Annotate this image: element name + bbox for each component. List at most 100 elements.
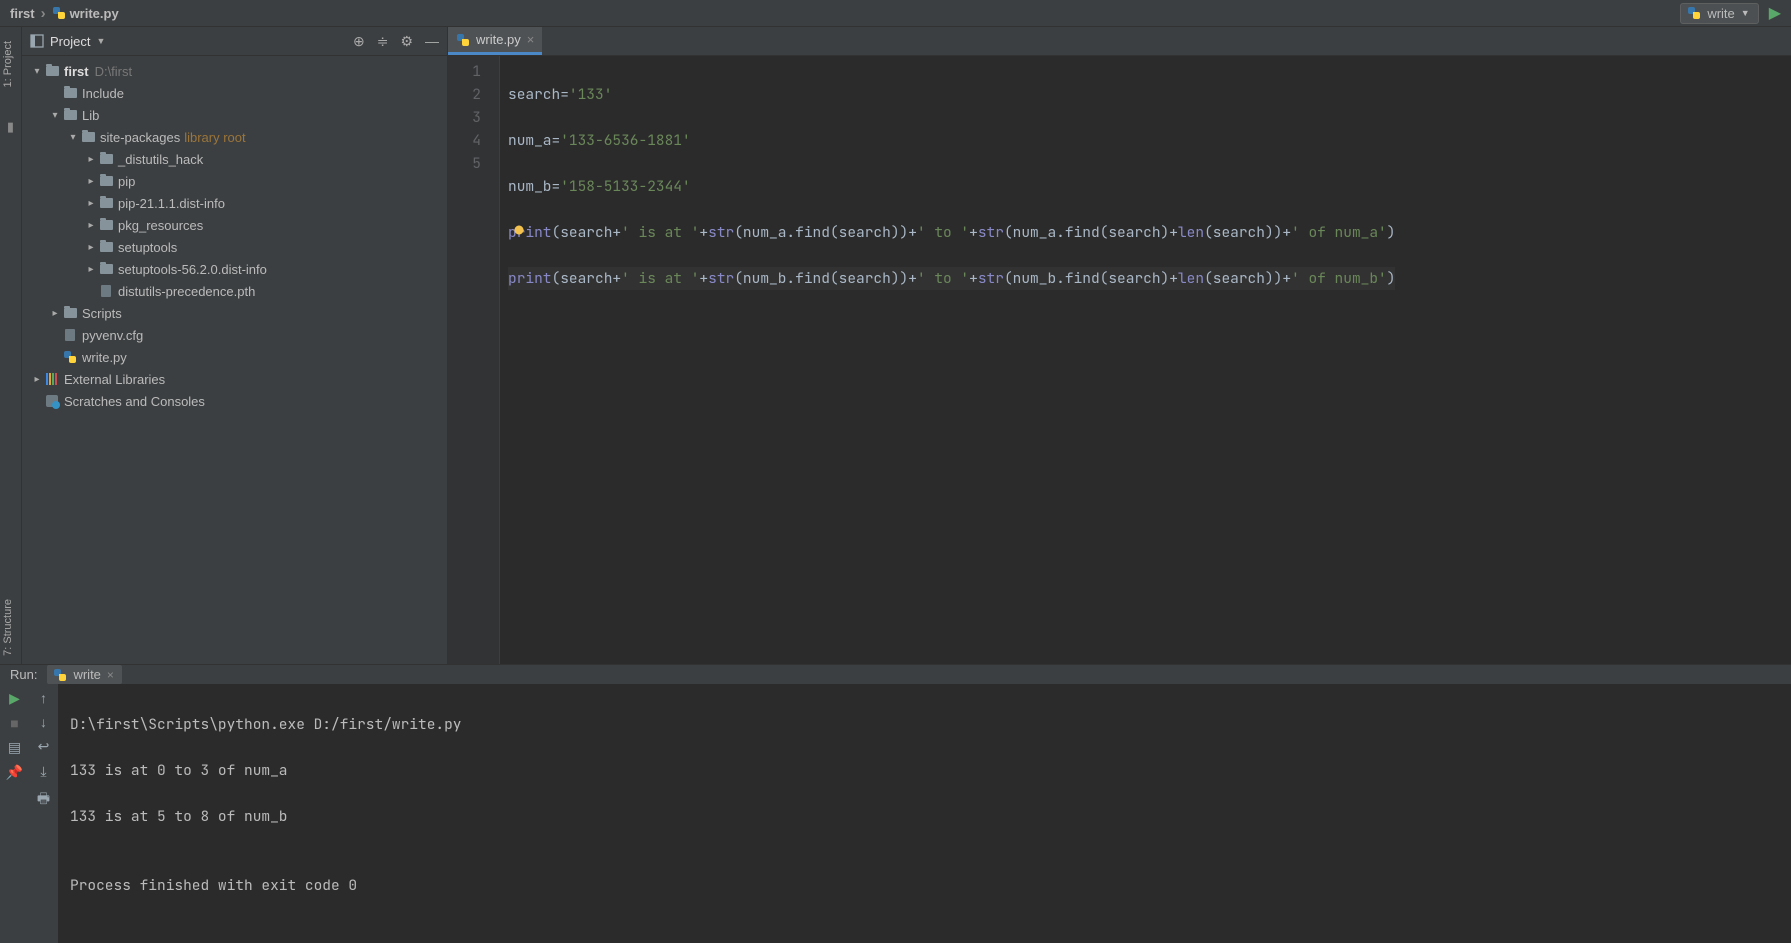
folder-icon xyxy=(62,110,78,120)
rerun-button[interactable]: ▶ xyxy=(9,690,20,707)
hide-icon[interactable]: — xyxy=(425,33,439,50)
breadcrumb-file[interactable]: write.py xyxy=(52,6,119,21)
settings-icon[interactable]: ⚙ xyxy=(400,33,413,50)
editor-body[interactable]: 1 2 3 4 5 search='133' num_a='133-6536-1… xyxy=(448,56,1791,664)
scratches-icon xyxy=(44,395,60,407)
bookmark-icon[interactable]: ▮ xyxy=(0,115,21,139)
gutter: 1 2 3 4 5 xyxy=(448,56,500,664)
tree-item[interactable]: ▸ pip-21.1.1.dist-info xyxy=(22,192,447,214)
expand-all-icon[interactable]: ≑ xyxy=(377,33,389,50)
chevron-down-icon: ▾ xyxy=(66,132,80,143)
run-output[interactable]: D:\first\Scripts\python.exe D:/first/wri… xyxy=(58,684,1791,943)
locate-icon[interactable]: ⊕ xyxy=(353,33,365,50)
editor-area: write.py × 1 2 3 4 5 search='133' num_a=… xyxy=(448,27,1791,664)
down-icon[interactable]: ↓ xyxy=(40,714,47,730)
breadcrumb: first › write.py xyxy=(10,5,119,22)
run-tool-window: Run: write × ▶ ■ ▤ 📌 ↑ ↓ ↩ ⤓ 🖶 D:\first\… xyxy=(0,664,1791,832)
code-line[interactable]: num_a='133-6536-1881' xyxy=(508,129,1395,152)
pin-icon[interactable]: 📌 xyxy=(6,764,23,781)
folder-icon xyxy=(98,264,114,274)
tree-item[interactable]: ▸ setuptools xyxy=(22,236,447,258)
editor-tab-label: write.py xyxy=(476,32,521,47)
layout-icon[interactable]: ▤ xyxy=(8,739,21,756)
folder-icon xyxy=(98,220,114,230)
chevron-right-icon: ▸ xyxy=(84,220,98,231)
line-number: 3 xyxy=(448,106,481,129)
chevron-right-icon: ▸ xyxy=(84,198,98,209)
tree-item-include[interactable]: Include xyxy=(22,82,447,104)
code-line[interactable]: print(search+' is at '+str(num_b.find(se… xyxy=(508,267,1395,290)
top-nav: first › write.py write ▼ ▶ xyxy=(0,0,1791,27)
libraries-icon xyxy=(44,373,60,385)
chevron-down-icon: ▾ xyxy=(30,66,44,77)
code-line[interactable]: print(search+' is at '+str(num_a.find(se… xyxy=(508,221,1395,244)
chevron-right-icon: ▸ xyxy=(84,242,98,253)
left-tool-strip: 1: Project ▮ 7: Structure xyxy=(0,27,22,664)
run-tab[interactable]: write × xyxy=(47,665,121,684)
intention-bulb-icon[interactable] xyxy=(513,224,525,236)
code-line[interactable]: search='133' xyxy=(508,83,1395,106)
output-line: 133 is at 5 to 8 of num_b xyxy=(70,805,1791,828)
run-side-toolbar: ▶ ■ ▤ 📌 ↑ ↓ ↩ ⤓ 🖶 xyxy=(0,684,58,943)
tree-item-lib[interactable]: ▾ Lib xyxy=(22,104,447,126)
tree-item[interactable]: ▸ setuptools-56.2.0.dist-info xyxy=(22,258,447,280)
python-file-icon xyxy=(456,33,470,47)
file-icon xyxy=(62,329,78,341)
line-number: 2 xyxy=(448,83,481,106)
tree-item-scripts[interactable]: ▸ Scripts xyxy=(22,302,447,324)
chevron-right-icon: ▸ xyxy=(30,374,44,385)
run-label: Run: xyxy=(10,667,37,682)
tree-item[interactable]: distutils-precedence.pth xyxy=(22,280,447,302)
tree-root-path: D:\first xyxy=(95,64,133,79)
close-icon[interactable]: × xyxy=(527,32,535,47)
python-file-icon xyxy=(1687,6,1701,20)
code-line[interactable]: num_b='158-5133-2344' xyxy=(508,175,1395,198)
tree-item-scratches[interactable]: Scratches and Consoles xyxy=(22,390,447,412)
library-root-hint: library root xyxy=(184,130,245,145)
tree-item-site-packages[interactable]: ▾ site-packages library root xyxy=(22,126,447,148)
tree-label: Lib xyxy=(82,108,99,123)
project-panel: Project ▼ ⊕ ≑ ⚙ — ▾ first D:\first Inclu… xyxy=(22,27,448,664)
tree-label: write.py xyxy=(82,350,127,365)
project-panel-title: Project xyxy=(50,34,90,49)
chevron-down-icon[interactable]: ▼ xyxy=(96,36,105,46)
run-tool-header: Run: write × xyxy=(0,665,1791,684)
soft-wrap-icon[interactable]: ↩ xyxy=(38,738,50,755)
run-button[interactable]: ▶ xyxy=(1769,3,1781,23)
chevron-right-icon: ▸ xyxy=(48,308,62,319)
tree-label: Include xyxy=(82,86,124,101)
sidebar-tab-project[interactable]: 1: Project xyxy=(0,33,21,95)
close-icon[interactable]: × xyxy=(107,668,114,682)
folder-icon xyxy=(98,198,114,208)
run-tab-label: write xyxy=(73,667,100,682)
project-view-icon[interactable] xyxy=(30,34,44,48)
tree-item[interactable]: ▸ pip xyxy=(22,170,447,192)
tree-root[interactable]: ▾ first D:\first xyxy=(22,60,447,82)
chevron-down-icon: ▼ xyxy=(1741,8,1750,18)
tree-item-external-libraries[interactable]: ▸ External Libraries xyxy=(22,368,447,390)
code[interactable]: search='133' num_a='133-6536-1881' num_b… xyxy=(500,56,1395,664)
editor-tab-writepy[interactable]: write.py × xyxy=(448,27,542,55)
tree-root-name: first xyxy=(64,64,89,79)
output-line: 133 is at 0 to 3 of num_a xyxy=(70,759,1791,782)
line-number: 5 xyxy=(448,152,481,175)
output-line: D:\first\Scripts\python.exe D:/first/wri… xyxy=(70,713,1791,736)
run-controls: write ▼ ▶ xyxy=(1680,3,1781,24)
python-file-icon xyxy=(53,668,67,682)
tree-label: pip-21.1.1.dist-info xyxy=(118,196,225,211)
stop-button[interactable]: ■ xyxy=(10,715,18,731)
print-icon[interactable]: 🖶 xyxy=(37,788,50,812)
project-tree: ▾ first D:\first Include ▾ Lib ▾ site-pa… xyxy=(22,56,447,416)
line-number: 1 xyxy=(448,60,481,83)
up-icon[interactable]: ↑ xyxy=(40,690,47,706)
run-config-selector[interactable]: write ▼ xyxy=(1680,3,1758,24)
breadcrumb-project[interactable]: first xyxy=(10,6,35,21)
tree-item-pyvenv[interactable]: pyvenv.cfg xyxy=(22,324,447,346)
file-icon xyxy=(98,285,114,297)
scroll-end-icon[interactable]: ⤓ xyxy=(40,763,46,780)
tree-item-writepy[interactable]: write.py xyxy=(22,346,447,368)
tree-item[interactable]: ▸ pkg_resources xyxy=(22,214,447,236)
folder-icon xyxy=(98,242,114,252)
tree-item[interactable]: ▸ _distutils_hack xyxy=(22,148,447,170)
sidebar-tab-structure[interactable]: 7: Structure xyxy=(0,591,21,664)
